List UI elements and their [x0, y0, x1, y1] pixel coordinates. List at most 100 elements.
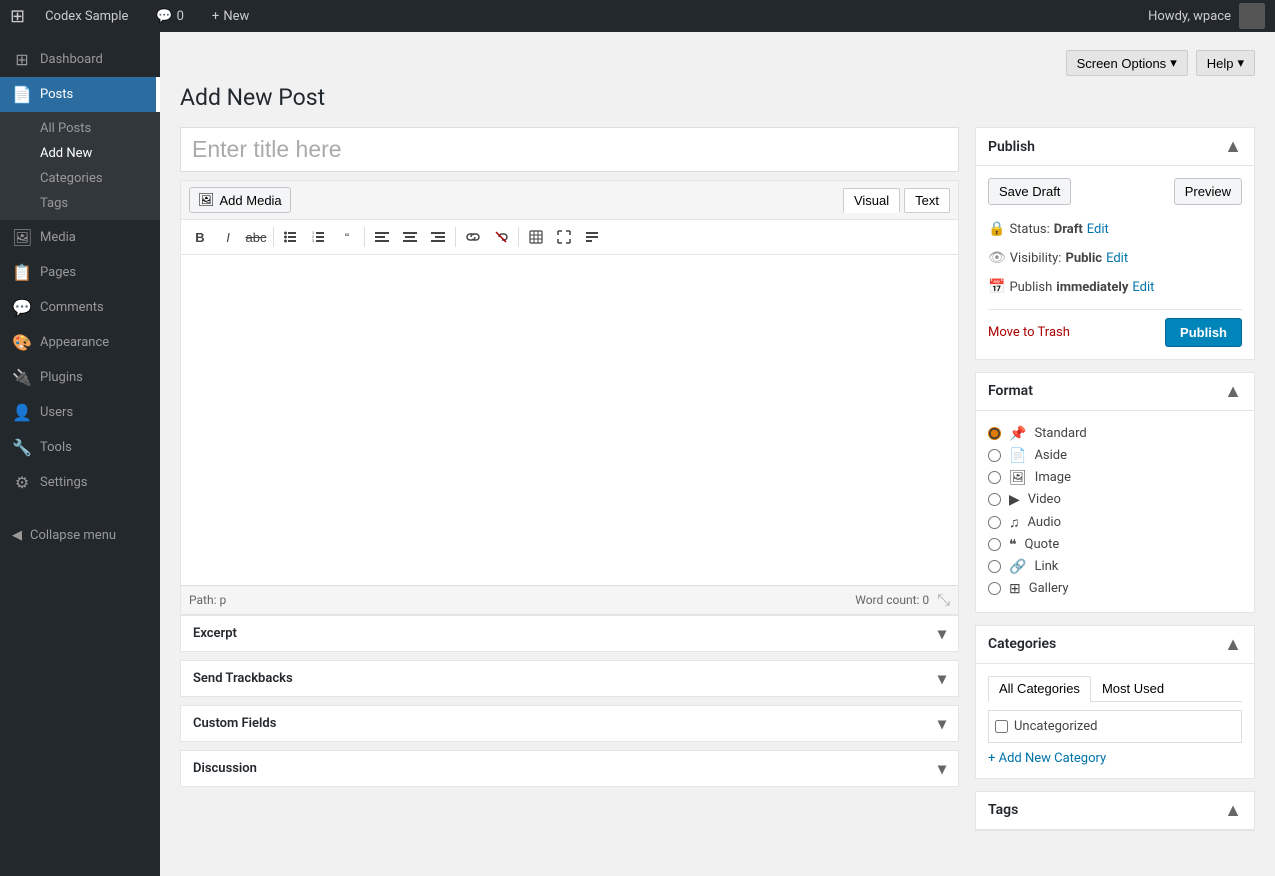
- format-box-header[interactable]: Format ▲: [976, 373, 1254, 411]
- format-radio-video[interactable]: [988, 493, 1001, 506]
- new-content-link[interactable]: + New: [204, 5, 257, 28]
- plugins-icon: 🔌: [12, 368, 32, 387]
- content-editor-container: [181, 255, 958, 585]
- help-button[interactable]: Help ▾: [1196, 50, 1255, 76]
- toolbar-bold-button[interactable]: B: [187, 224, 213, 250]
- visibility-edit-link[interactable]: Edit: [1106, 247, 1128, 270]
- format-label-aside: Aside: [1034, 448, 1067, 463]
- sidebar-item-tools[interactable]: 🔧 Tools: [0, 430, 160, 465]
- save-draft-button[interactable]: Save Draft: [988, 178, 1071, 205]
- collapse-menu-button[interactable]: ◀ Collapse menu: [0, 520, 160, 551]
- format-item-quote: ❝ Quote: [988, 534, 1242, 556]
- status-icon: 🔒: [988, 217, 1005, 242]
- category-label-uncategorized[interactable]: Uncategorized: [1014, 719, 1097, 734]
- sidebar-item-label: Posts: [40, 87, 73, 102]
- toolbar-blockquote-button[interactable]: “: [334, 224, 360, 250]
- tags-box-title: Tags: [988, 802, 1018, 818]
- toolbar-link-button[interactable]: [460, 224, 486, 250]
- sidebar-item-label: Appearance: [40, 335, 109, 350]
- publish-box-header[interactable]: Publish ▲: [976, 128, 1254, 166]
- comments-link[interactable]: 💬 0: [148, 5, 192, 28]
- format-label-audio: Audio: [1028, 515, 1061, 530]
- submenu-add-new[interactable]: Add New: [0, 141, 160, 166]
- tab-all-categories[interactable]: All Categories: [988, 676, 1091, 702]
- format-radio-quote[interactable]: [988, 538, 1001, 551]
- toolbar-italic-button[interactable]: I: [215, 224, 241, 250]
- discussion-chevron-icon: ▾: [938, 759, 946, 778]
- status-edit-link[interactable]: Edit: [1087, 218, 1109, 241]
- new-label: New: [223, 9, 249, 24]
- custom-fields-label: Custom Fields: [193, 716, 276, 731]
- publish-meta: 🔒 Status: Draft Edit 👁 Visibility: Publi…: [988, 217, 1242, 301]
- discussion-header[interactable]: Discussion ▾: [181, 751, 958, 786]
- add-media-button[interactable]: 🖼 Add Media: [189, 187, 291, 213]
- format-radio-aside[interactable]: [988, 449, 1001, 462]
- toolbar-align-left-button[interactable]: [369, 224, 395, 250]
- sidebar-item-posts[interactable]: 📄 Posts: [0, 77, 160, 112]
- toolbar-align-right-button[interactable]: [425, 224, 451, 250]
- publish-time-edit-link[interactable]: Edit: [1132, 276, 1154, 299]
- screen-options-button[interactable]: Screen Options ▾: [1066, 50, 1188, 76]
- page-title: Add New Post: [180, 84, 1255, 111]
- status-label: Status:: [1009, 218, 1049, 241]
- editor-statusbar: Path: p Word count: 0 ⤡: [181, 585, 958, 614]
- post-title-input[interactable]: [180, 127, 959, 172]
- sidebar-item-media[interactable]: 🖼 Media: [0, 220, 160, 255]
- tags-box-header[interactable]: Tags ▲: [976, 792, 1254, 830]
- sidebar-item-plugins[interactable]: 🔌 Plugins: [0, 360, 160, 395]
- publish-button[interactable]: Publish: [1165, 318, 1242, 347]
- sidebar-item-label: Plugins: [40, 370, 83, 385]
- submenu-categories[interactable]: Categories: [0, 166, 160, 191]
- sidebar-item-appearance[interactable]: 🎨 Appearance: [0, 325, 160, 360]
- toolbar-fullscreen-button[interactable]: [551, 224, 577, 250]
- format-radio-gallery[interactable]: [988, 582, 1001, 595]
- toolbar-toggle-button[interactable]: [579, 224, 605, 250]
- send-trackbacks-header[interactable]: Send Trackbacks ▾: [181, 661, 958, 696]
- toolbar-ul-button[interactable]: [278, 224, 304, 250]
- post-content-textarea[interactable]: [181, 255, 958, 585]
- sidebar-item-dashboard[interactable]: ⊞ Dashboard: [0, 42, 160, 77]
- toolbar-insert-table-button[interactable]: [523, 224, 549, 250]
- toolbar-ol-button[interactable]: 123: [306, 224, 332, 250]
- custom-fields-section: Custom Fields ▾: [180, 705, 959, 742]
- toolbar-remove-link-button[interactable]: [488, 224, 514, 250]
- sidebar-item-label: Media: [40, 230, 76, 245]
- format-box: Format ▲ 📌 Standard: [975, 372, 1255, 613]
- toolbar-align-center-button[interactable]: [397, 224, 423, 250]
- custom-fields-header[interactable]: Custom Fields ▾: [181, 706, 958, 741]
- sidebar-item-comments[interactable]: 💬 Comments: [0, 290, 160, 325]
- toolbar-strikethrough-button[interactable]: abc: [243, 224, 269, 250]
- publish-time-value: immediately: [1056, 276, 1128, 299]
- sidebar-item-settings[interactable]: ⚙ Settings: [0, 465, 160, 500]
- submenu-tags[interactable]: Tags: [0, 191, 160, 216]
- preview-button[interactable]: Preview: [1174, 178, 1242, 205]
- tab-text[interactable]: Text: [904, 188, 950, 213]
- format-radio-standard[interactable]: [988, 427, 1001, 440]
- user-avatar[interactable]: [1239, 3, 1265, 29]
- format-radio-image[interactable]: [988, 471, 1001, 484]
- tab-most-used[interactable]: Most Used: [1091, 676, 1175, 701]
- sidebar-item-pages[interactable]: 📋 Pages: [0, 255, 160, 290]
- publish-actions: Save Draft Preview: [988, 178, 1242, 205]
- submenu-all-posts[interactable]: All Posts: [0, 116, 160, 141]
- site-name-link[interactable]: Codex Sample: [37, 5, 136, 28]
- sidebar-item-users[interactable]: 👤 Users: [0, 395, 160, 430]
- publish-box-title: Publish: [988, 139, 1035, 155]
- format-list: 📌 Standard 📄 Aside �: [988, 423, 1242, 600]
- wp-logo-icon[interactable]: ⊞: [10, 6, 25, 27]
- format-label-image: Image: [1035, 470, 1071, 485]
- move-to-trash-link[interactable]: Move to Trash: [988, 325, 1070, 340]
- excerpt-header[interactable]: Excerpt ▾: [181, 616, 958, 651]
- format-radio-link[interactable]: [988, 560, 1001, 573]
- category-item-uncategorized: Uncategorized: [995, 717, 1235, 736]
- pages-icon: 📋: [12, 263, 32, 282]
- editor-resize-handle[interactable]: ⤡: [937, 590, 950, 610]
- add-new-category-link[interactable]: + Add New Category: [988, 751, 1106, 766]
- send-trackbacks-label: Send Trackbacks: [193, 671, 293, 686]
- categories-box-header[interactable]: Categories ▲: [976, 626, 1254, 664]
- category-checkbox-uncategorized[interactable]: [995, 720, 1008, 733]
- status-row: 🔒 Status: Draft Edit: [988, 217, 1242, 242]
- format-radio-audio[interactable]: [988, 516, 1001, 529]
- discussion-section: Discussion ▾: [180, 750, 959, 787]
- tab-visual[interactable]: Visual: [843, 188, 900, 213]
